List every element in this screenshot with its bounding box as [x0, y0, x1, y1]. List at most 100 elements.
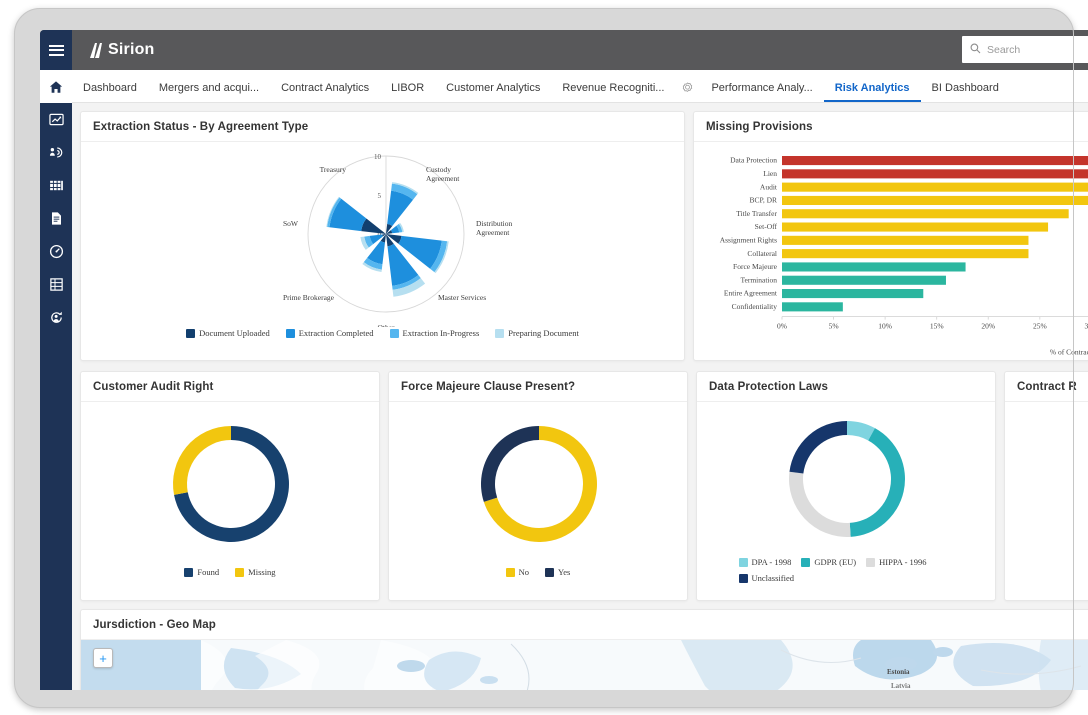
tab-bi-dashboard[interactable]: BI Dashboard: [921, 83, 1010, 102]
svg-text:30%: 30%: [1085, 322, 1088, 331]
donut-chart-svg: [697, 402, 996, 552]
search-input[interactable]: [987, 44, 1088, 56]
svg-text:10: 10: [374, 153, 382, 161]
sidebar-item-sync[interactable]: [40, 301, 72, 334]
card-title: Extraction Status - By Agreement Type: [81, 112, 684, 142]
tab-revenue-recognition[interactable]: Revenue Recogniti...: [551, 83, 675, 102]
legend-swatch: [801, 558, 810, 567]
sidebar-item-reports[interactable]: [40, 268, 72, 301]
svg-text:Other: Other: [377, 323, 395, 327]
search-box[interactable]: [962, 36, 1088, 63]
svg-text:20%: 20%: [981, 322, 995, 331]
legend-label: Found: [197, 567, 219, 577]
legend-item[interactable]: No: [506, 567, 529, 577]
dashboard-content: Extraction Status - By Agreement Type 05…: [72, 103, 1088, 690]
svg-text:Force Majeure: Force Majeure: [733, 262, 778, 271]
world-map-svg: [81, 640, 1088, 690]
tab-mergers[interactable]: Mergers and acqui...: [148, 83, 270, 102]
legend-swatch: [739, 574, 748, 583]
sidebar-item-documents[interactable]: [40, 202, 72, 235]
svg-text:15%: 15%: [930, 322, 944, 331]
legend-item[interactable]: Preparing Document: [495, 328, 579, 338]
sidebar-item-performance[interactable]: [40, 235, 72, 268]
svg-text:% of Contract: % of Contract: [1050, 348, 1088, 357]
svg-text:5%: 5%: [829, 322, 839, 331]
polar-chart-svg: 0510CustodyAgreementDistributionAgreemen…: [81, 142, 685, 327]
svg-text:Custody: Custody: [426, 165, 451, 174]
svg-text:10%: 10%: [878, 322, 892, 331]
home-icon: [49, 80, 63, 94]
svg-text:BCP, DR: BCP, DR: [749, 196, 777, 205]
donut-legend: DPA - 1998 GDPR (EU) HIPPA - 1996 Unclassif…: [739, 557, 954, 583]
card-contract-risk: Contract R: [1004, 371, 1088, 601]
svg-text:Prime Brokerage: Prime Brokerage: [283, 293, 335, 302]
donut-chart-svg: [389, 402, 688, 562]
legend-item[interactable]: Extraction In-Progress: [390, 328, 480, 338]
legend-item[interactable]: DPA - 1998: [739, 557, 792, 567]
legend-item[interactable]: Found: [184, 567, 219, 577]
polar-chart[interactable]: 0510CustodyAgreementDistributionAgreemen…: [81, 142, 684, 338]
contacts-icon: [49, 145, 64, 160]
legend-label: Extraction Completed: [299, 328, 374, 338]
tab-performance-analytics[interactable]: Performance Analy...: [700, 83, 823, 102]
tab-dashboard[interactable]: Dashboard: [72, 83, 148, 102]
donut-legend: No Yes: [389, 567, 687, 577]
svg-text:Agreement: Agreement: [426, 174, 460, 183]
grid-icon: [49, 277, 64, 292]
card-data-protection-laws: Data Protection Laws DPA - 1998GDPR (EU)…: [696, 371, 996, 601]
settings-gear-icon[interactable]: [675, 82, 700, 102]
donut-chart[interactable]: Found Missing: [81, 402, 379, 577]
legend-item[interactable]: Missing: [235, 567, 275, 577]
svg-text:Lien: Lien: [763, 169, 777, 178]
card-title: Force Majeure Clause Present?: [389, 372, 687, 402]
donut-chart[interactable]: DPA - 1998 GDPR (EU) HIPPA - 1996 Unclassif…: [697, 402, 995, 583]
legend-swatch: [186, 329, 195, 338]
card-extraction-status: Extraction Status - By Agreement Type 05…: [80, 111, 685, 361]
legend-item[interactable]: Yes: [545, 567, 570, 577]
geo-label-latvia: Latvia: [891, 682, 910, 690]
map-zoom-in-button[interactable]: +: [93, 648, 113, 668]
legend-item[interactable]: GDPR (EU): [801, 557, 856, 567]
device-bezel: Sirion: [14, 8, 1074, 708]
sidebar: [40, 70, 72, 690]
document-icon: [49, 211, 64, 226]
tab-risk-analytics[interactable]: Risk Analytics: [824, 83, 921, 102]
legend-swatch: [390, 329, 399, 338]
svg-text:Set-Off: Set-Off: [755, 222, 778, 231]
app-screen: Sirion: [40, 30, 1088, 690]
svg-text:0%: 0%: [777, 322, 787, 331]
app-header: Sirion: [40, 30, 1088, 70]
tab-bar: Dashboard Mergers and acqui... Contract …: [72, 70, 1088, 103]
svg-text:Termination: Termination: [740, 275, 777, 284]
legend-swatch: [866, 558, 875, 567]
legend-swatch: [495, 329, 504, 338]
card-jurisdiction-geo-map: Jursdiction - Geo Map +: [80, 609, 1088, 690]
sidebar-item-home[interactable]: [40, 70, 72, 103]
legend-item[interactable]: Document Uploaded: [186, 328, 270, 338]
geo-map[interactable]: +: [81, 640, 1088, 690]
legend-label: Missing: [248, 567, 275, 577]
tab-customer-analytics[interactable]: Customer Analytics: [435, 83, 551, 102]
legend-swatch: [545, 568, 554, 577]
tab-contract-analytics[interactable]: Contract Analytics: [270, 83, 380, 102]
legend-item[interactable]: HIPPA - 1996: [866, 557, 926, 567]
tab-libor[interactable]: LIBOR: [380, 83, 435, 102]
card-title: Missing Provisions: [694, 112, 1088, 142]
svg-text:5: 5: [378, 192, 382, 200]
geo-map-body[interactable]: +: [81, 640, 1088, 690]
hamburger-menu-icon[interactable]: [40, 30, 72, 70]
sidebar-item-contacts[interactable]: [40, 136, 72, 169]
legend-item[interactable]: Unclassified: [739, 573, 795, 583]
bar-chart[interactable]: Data ProtectionLienAuditBCP, DRTitle Tra…: [694, 142, 1088, 361]
gauge-icon: [49, 244, 64, 259]
sidebar-item-library[interactable]: [40, 169, 72, 202]
card-title: Customer Audit Right: [81, 372, 379, 402]
legend-label: Unclassified: [752, 573, 795, 583]
donut-legend: Found Missing: [81, 567, 379, 577]
donut-chart[interactable]: No Yes: [389, 402, 687, 577]
legend-label: Extraction In-Progress: [403, 328, 480, 338]
legend-item[interactable]: Extraction Completed: [286, 328, 374, 338]
sidebar-item-analytics[interactable]: [40, 103, 72, 136]
svg-text:Collateral: Collateral: [747, 249, 777, 258]
legend-label: HIPPA - 1996: [879, 557, 926, 567]
